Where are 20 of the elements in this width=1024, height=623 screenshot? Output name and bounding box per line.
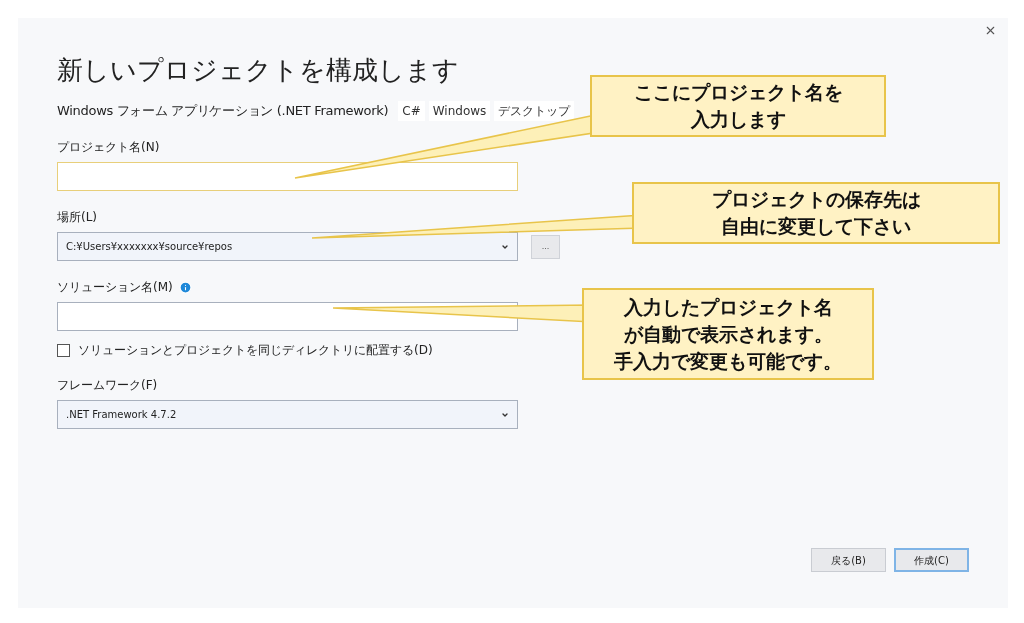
dialog-button[interactable]: 作成(C) xyxy=(894,548,969,572)
callout-text: プロジェクトの保存先は 自由に変更して下さい xyxy=(632,182,1000,244)
field-label: ソリューション名(M) xyxy=(57,279,173,296)
dialog-button[interactable]: 戻る(B) xyxy=(811,548,886,572)
dropdown[interactable]: C:¥Users¥xxxxxxx¥source¥repos xyxy=(57,232,518,261)
input-field[interactable] xyxy=(57,162,518,191)
tag: C# xyxy=(398,101,425,121)
dialog-title: 新しいプロジェクトを構成します xyxy=(57,54,460,87)
callout-text: 入力したプロジェクト名 が自動で表示されます。 手入力で変更も可能です。 xyxy=(582,288,874,380)
field-label: フレームワーク(F) xyxy=(57,377,158,394)
field-label: プロジェクト名(N) xyxy=(57,139,160,156)
dropdown[interactable]: .NET Framework 4.7.2 xyxy=(57,400,518,429)
template-name: Windows フォーム アプリケーション (.NET Framework) xyxy=(57,102,389,121)
callout-text: ここにプロジェクト名を 入力します xyxy=(590,75,886,137)
tag: デスクトップ xyxy=(494,101,575,121)
checkbox-label: ソリューションとプロジェクトを同じディレクトリに配置する(D) xyxy=(78,342,433,359)
info-icon[interactable] xyxy=(178,280,192,294)
field-label: 場所(L) xyxy=(57,209,98,226)
tag: Windows xyxy=(428,101,491,121)
browse-button[interactable]: ... xyxy=(531,234,560,259)
